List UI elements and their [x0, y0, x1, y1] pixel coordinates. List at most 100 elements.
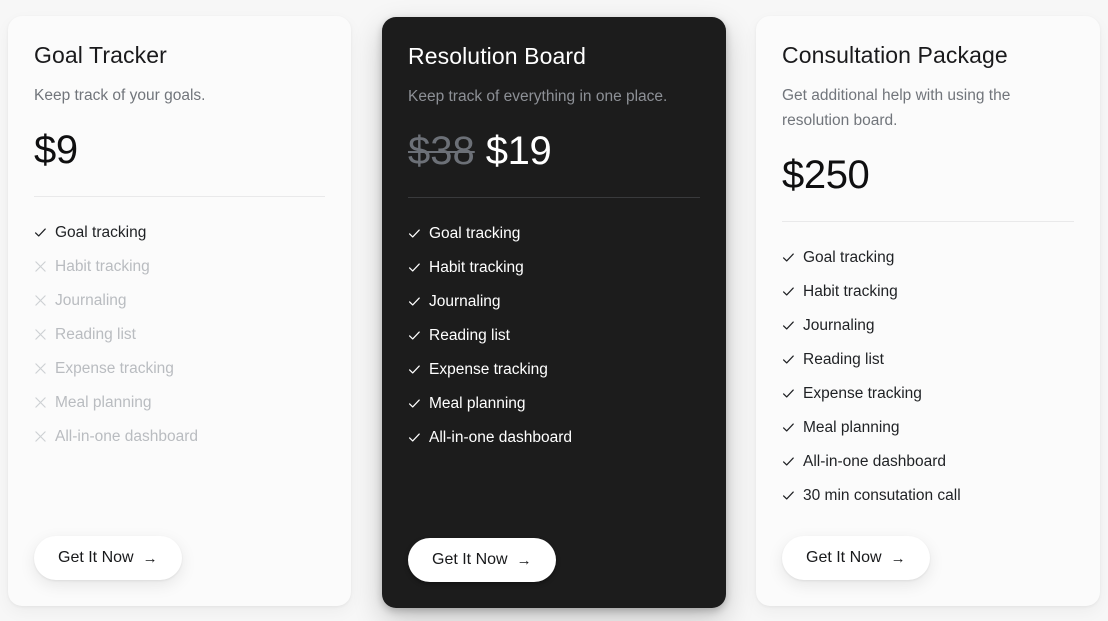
card-description: Keep track of your goals. [34, 86, 206, 104]
feature-item: All-in-one dashboard [782, 445, 1074, 479]
feature-label: Expense tracking [803, 385, 922, 403]
card-title: Consultation Package [782, 42, 1008, 68]
arrow-right-icon: → [890, 549, 906, 567]
feature-list: Goal tracking Habit tracking Journaling Rea… [408, 217, 700, 455]
feature-label: Expense tracking [55, 359, 174, 377]
feature-item: Goal tracking [782, 241, 1074, 275]
feature-item: Goal tracking [34, 216, 325, 250]
feature-label: Reading list [429, 326, 510, 344]
feature-list: Goal tracking Habit tracking Journaling Rea… [34, 216, 325, 454]
check-icon [782, 319, 795, 332]
feature-item: 30 min consutation call [782, 479, 1074, 513]
feature-label: Journaling [55, 291, 127, 309]
feature-item: Habit tracking [782, 275, 1074, 309]
feature-item: Reading list [34, 318, 325, 352]
feature-item: Habit tracking [408, 251, 700, 285]
check-icon [782, 387, 795, 400]
check-icon [34, 226, 47, 239]
feature-label: Reading list [55, 325, 136, 343]
card-divider [408, 196, 700, 198]
check-icon [782, 285, 795, 298]
feature-label: All-in-one dashboard [803, 453, 947, 471]
check-icon [408, 397, 421, 410]
get-it-now-button[interactable]: Get It Now → [34, 536, 182, 580]
card-divider [34, 195, 325, 197]
feature-label: Goal tracking [429, 224, 521, 242]
check-icon [782, 455, 795, 468]
feature-item: Reading list [408, 319, 700, 353]
feature-label: Reading list [803, 351, 884, 369]
feature-label: Meal planning [429, 394, 526, 412]
feature-label: Habit tracking [55, 257, 150, 275]
cta-label: Get It Now [58, 549, 134, 566]
card-body: Consultation Package Get additional help… [756, 16, 1100, 536]
card-description: Keep track of everything in one place. [408, 87, 668, 105]
pricing-card-resolution-board: Resolution Board Keep track of everythin… [382, 17, 726, 608]
pricing-card-goal-tracker: Goal Tracker Keep track of your goals. $… [8, 16, 351, 606]
cta-label: Get It Now [432, 551, 508, 568]
check-icon [408, 431, 421, 444]
feature-label: Habit tracking [803, 283, 898, 301]
feature-item: Journaling [782, 309, 1074, 343]
feature-label: Meal planning [55, 393, 152, 411]
pricing-card-consultation-package: Consultation Package Get additional help… [756, 16, 1100, 606]
check-icon [408, 295, 421, 308]
feature-item: Reading list [782, 343, 1074, 377]
feature-label: Journaling [803, 317, 875, 335]
check-icon [782, 251, 795, 264]
card-title: Goal Tracker [34, 42, 167, 68]
card-title: Resolution Board [408, 43, 587, 69]
feature-label: All-in-one dashboard [55, 427, 199, 445]
card-divider [782, 220, 1074, 222]
price-current: $19 [485, 128, 552, 173]
cross-icon [34, 294, 47, 307]
price-row: $250 [782, 155, 1074, 195]
feature-item: Meal planning [34, 386, 325, 420]
feature-label: Journaling [429, 292, 501, 310]
feature-item: Meal planning [782, 411, 1074, 445]
price-current: $250 [782, 152, 870, 197]
feature-item: All-in-one dashboard [34, 420, 325, 454]
cta-label: Get It Now [806, 549, 882, 566]
feature-label: Goal tracking [803, 249, 895, 267]
arrow-right-icon: → [516, 551, 532, 569]
cta-area: Get It Now → [756, 536, 1100, 606]
feature-label: Expense tracking [429, 360, 548, 378]
cross-icon [34, 362, 47, 375]
get-it-now-button[interactable]: Get It Now → [408, 538, 556, 582]
feature-item: Goal tracking [408, 217, 700, 251]
cross-icon [34, 260, 47, 273]
feature-item: Habit tracking [34, 250, 325, 284]
price-original: $38 [408, 128, 475, 173]
card-body: Resolution Board Keep track of everythin… [382, 17, 726, 538]
pricing-section: Goal Tracker Keep track of your goals. $… [0, 0, 1108, 621]
card-body: Goal Tracker Keep track of your goals. $… [8, 16, 351, 536]
arrow-right-icon: → [142, 549, 158, 567]
feature-item: Journaling [34, 284, 325, 318]
check-icon [408, 227, 421, 240]
check-icon [782, 421, 795, 434]
check-icon [408, 363, 421, 376]
feature-item: Journaling [408, 285, 700, 319]
feature-list: Goal tracking Habit tracking Journaling Rea… [782, 241, 1074, 513]
card-description: Get additional help with using the resol… [782, 86, 1011, 129]
price-current: $9 [34, 127, 78, 172]
feature-item: Expense tracking [408, 353, 700, 387]
cross-icon [34, 430, 47, 443]
feature-item: Expense tracking [34, 352, 325, 386]
get-it-now-button[interactable]: Get It Now → [782, 536, 930, 580]
feature-label: Habit tracking [429, 258, 524, 276]
feature-item: All-in-one dashboard [408, 421, 700, 455]
check-icon [408, 261, 421, 274]
cta-area: Get It Now → [8, 536, 351, 606]
check-icon [782, 353, 795, 366]
check-icon [782, 489, 795, 502]
feature-item: Expense tracking [782, 377, 1074, 411]
price-row: $9 [34, 130, 325, 170]
feature-label: All-in-one dashboard [429, 428, 573, 446]
feature-label: 30 min consutation call [803, 487, 961, 505]
cta-area: Get It Now → [382, 538, 726, 608]
feature-label: Goal tracking [55, 223, 147, 241]
price-row: $38 $19 [408, 131, 700, 171]
check-icon [408, 329, 421, 342]
